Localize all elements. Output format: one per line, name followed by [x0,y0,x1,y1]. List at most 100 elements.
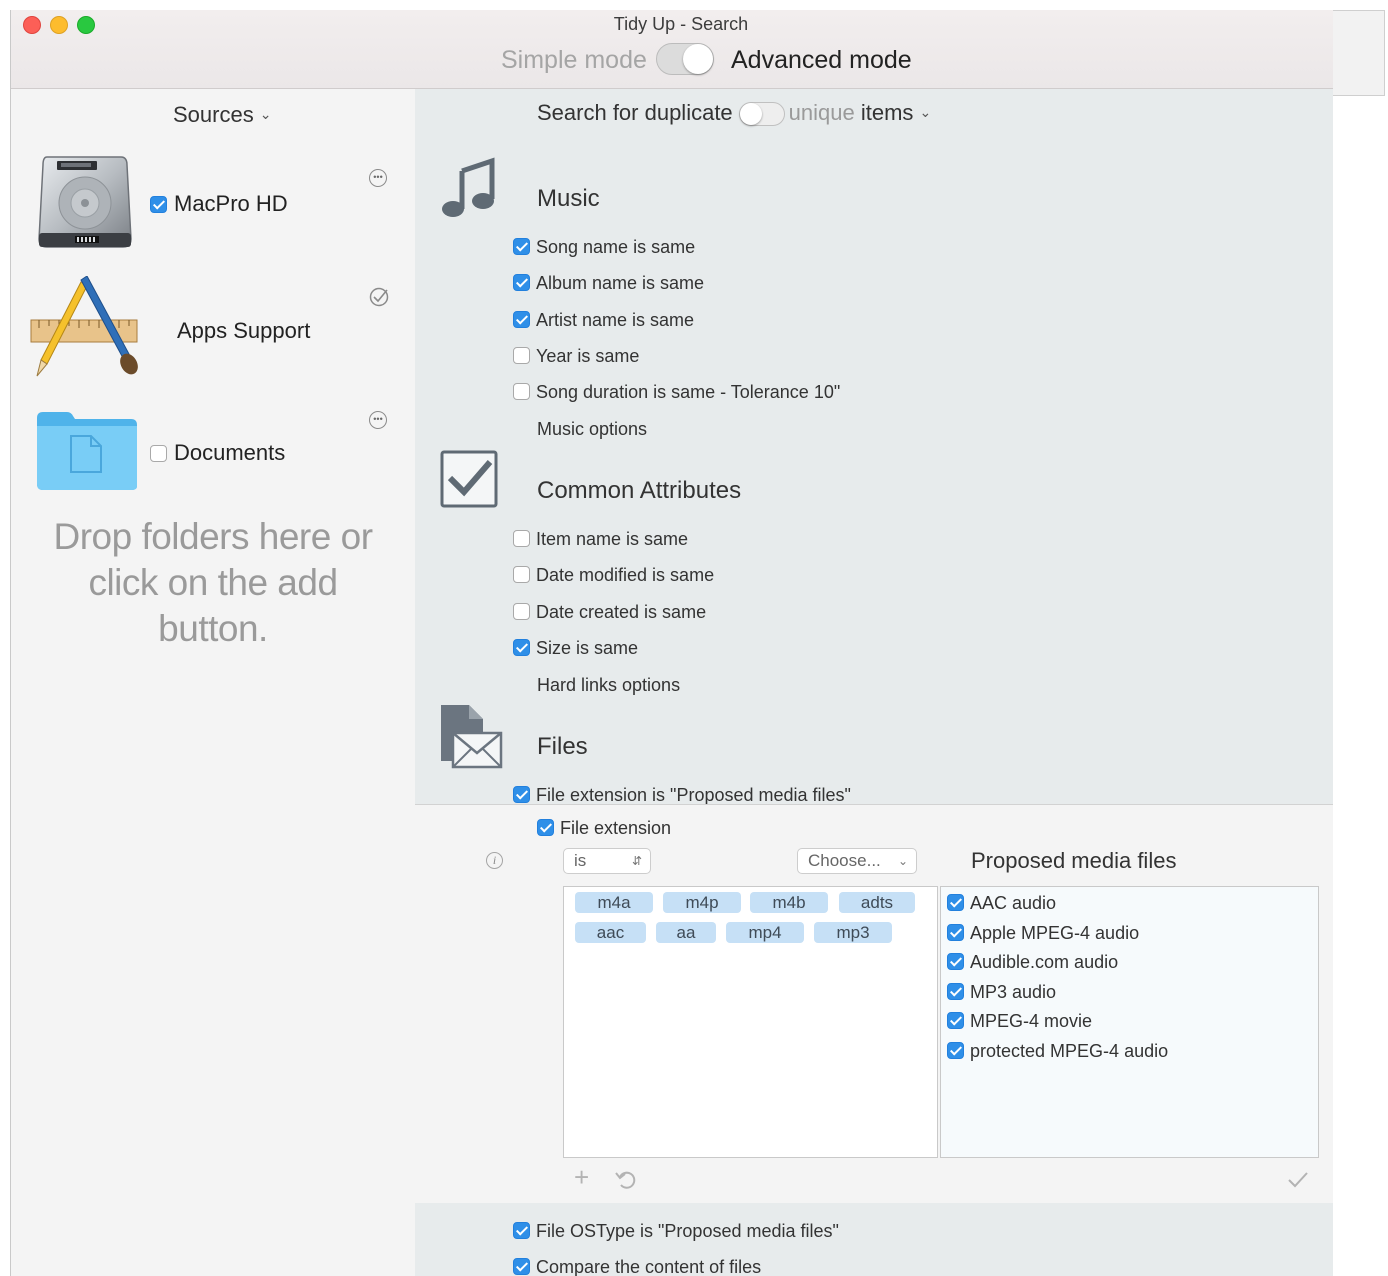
extension-token[interactable]: aac [575,922,646,943]
option-date-created[interactable]: Date created is same [513,602,706,623]
advanced-mode-label[interactable]: Advanced mode [731,46,912,75]
checkbox[interactable] [513,602,530,620]
option-item-name[interactable]: Item name is same [513,529,688,550]
drop-hint-line-1: Drop folders here or [53,516,373,557]
more-icon[interactable]: ••• [369,169,387,187]
title-bar: Tidy Up - Search Simple mode Advanced mo… [11,10,1333,89]
search-criteria-panel: Search for duplicate unique items ⌄ Music … [415,89,1333,1276]
items-menu[interactable]: items ⌄ [861,100,931,125]
chevron-down-icon: ⌄ [897,854,908,868]
extension-token[interactable]: mp4 [726,922,804,943]
checkbox[interactable] [513,1257,530,1275]
chevron-down-icon: ⌄ [259,106,272,122]
operator-select[interactable]: is ⇵ [563,848,651,874]
checkbox[interactable] [947,1011,964,1029]
source-item-documents[interactable]: Documents ••• [11,394,415,504]
option-label: Compare the content of files [536,1257,762,1276]
extension-token[interactable]: mp3 [814,922,892,943]
checkbox[interactable] [537,818,554,836]
proposed-item[interactable]: Audible.com audio [947,952,1118,973]
checkbox[interactable] [947,982,964,1000]
option-label: Song duration is same - Tolerance 10" [536,382,841,402]
checkbox[interactable] [947,893,964,911]
toggle-knob [739,103,762,126]
option-compare-content[interactable]: Compare the content of files [513,1257,761,1276]
source-item-apps-support[interactable]: Apps Support [11,274,415,384]
extension-token[interactable]: adts [839,892,915,913]
simple-mode-label[interactable]: Simple mode [501,46,647,75]
checkbox[interactable] [513,1221,530,1239]
unique-label[interactable]: unique [789,100,855,125]
source-checkbox-macpro-hd[interactable] [150,196,167,213]
source-item-macpro-hd[interactable]: MacPro HD ••• [11,149,415,259]
more-icon[interactable]: ••• [369,411,387,429]
option-label: File OSType is "Proposed media files" [536,1221,839,1241]
option-label: Item name is same [536,529,689,549]
source-label-apps-support: Apps Support [177,318,311,343]
chevron-down-icon: ⌄ [919,104,932,120]
operator-value: is [574,851,587,870]
window-title: Tidy Up - Search [613,14,749,34]
option-year[interactable]: Year is same [513,346,639,367]
source-checkbox-documents[interactable] [150,445,167,462]
proposed-media-files-list: AAC audio Apple MPEG-4 audio Audible.com… [940,886,1319,1158]
checkbox[interactable] [513,310,530,328]
add-icon[interactable]: + [574,1162,589,1193]
extension-token[interactable]: aa [656,922,716,943]
option-date-modified[interactable]: Date modified is same [513,565,714,586]
checkbox[interactable] [513,273,530,291]
option-label: Album name is same [536,273,705,293]
option-song-name[interactable]: Song name is same [513,237,695,258]
hard-links-options-link[interactable]: Hard links options [537,675,680,696]
choose-select[interactable]: Choose... ⌄ [797,848,917,874]
duplicate-unique-toggle[interactable] [738,102,785,127]
checkbox[interactable] [947,1041,964,1059]
proposed-item[interactable]: MP3 audio [947,982,1056,1003]
mode-toggle-switch[interactable] [656,43,714,75]
app-store-tools-icon [30,276,138,377]
confirm-check-icon[interactable] [1287,1171,1309,1189]
proposed-item-label: Apple MPEG-4 audio [970,923,1140,943]
folder-icon [37,412,137,490]
option-label: Size is same [536,638,639,658]
revert-icon[interactable] [615,1169,637,1191]
checkbox[interactable] [513,565,530,583]
drop-hint-line-2: click on the add button. [88,562,338,649]
extension-token-field[interactable]: m4a m4p m4b adts aac aa mp4 mp3 [563,886,938,1158]
checkbox[interactable] [513,529,530,547]
option-label: Date modified is same [536,565,715,585]
checkbox[interactable] [513,346,530,364]
proposed-item-label: protected MPEG-4 audio [970,1041,1169,1061]
option-song-duration[interactable]: Song duration is same - Tolerance 10" [513,382,840,403]
checkbox[interactable] [513,237,530,255]
proposed-item[interactable]: protected MPEG-4 audio [947,1041,1168,1062]
checkbox[interactable] [513,638,530,656]
file-extension-toggle[interactable]: File extension [537,818,671,839]
sources-menu[interactable]: Sources ⌄ [173,102,271,128]
option-label: Song name is same [536,237,696,257]
items-label: items [860,100,914,125]
proposed-item-label: MPEG-4 movie [970,1011,1093,1031]
option-size[interactable]: Size is same [513,638,638,659]
search-mode-row: Search for duplicate unique items ⌄ [537,100,931,127]
proposed-item[interactable]: MPEG-4 movie [947,1011,1092,1032]
extension-token[interactable]: m4a [575,892,653,913]
extension-token[interactable]: m4p [663,892,741,913]
checkbox[interactable] [513,382,530,400]
drop-folders-hint: Drop folders here or click on the add bu… [31,514,395,652]
toggle-knob [683,44,713,74]
checkbox[interactable] [947,923,964,941]
file-extension-detail: File extension i is ⇵ Choose... ⌄ Proposed… [415,804,1333,1204]
checkmark-circle-icon[interactable] [369,287,389,307]
option-album-name[interactable]: Album name is same [513,273,704,294]
option-file-ostype[interactable]: File OSType is "Proposed media files" [513,1221,839,1242]
checkbox[interactable] [947,952,964,970]
music-options-link[interactable]: Music options [537,419,647,440]
info-icon[interactable]: i [486,852,503,869]
proposed-item[interactable]: Apple MPEG-4 audio [947,923,1139,944]
option-file-extension-proposed[interactable]: File extension is "Proposed media files" [513,785,851,806]
checkbox[interactable] [513,785,530,803]
proposed-item[interactable]: AAC audio [947,893,1056,914]
option-artist-name[interactable]: Artist name is same [513,310,694,331]
extension-token[interactable]: m4b [750,892,828,913]
